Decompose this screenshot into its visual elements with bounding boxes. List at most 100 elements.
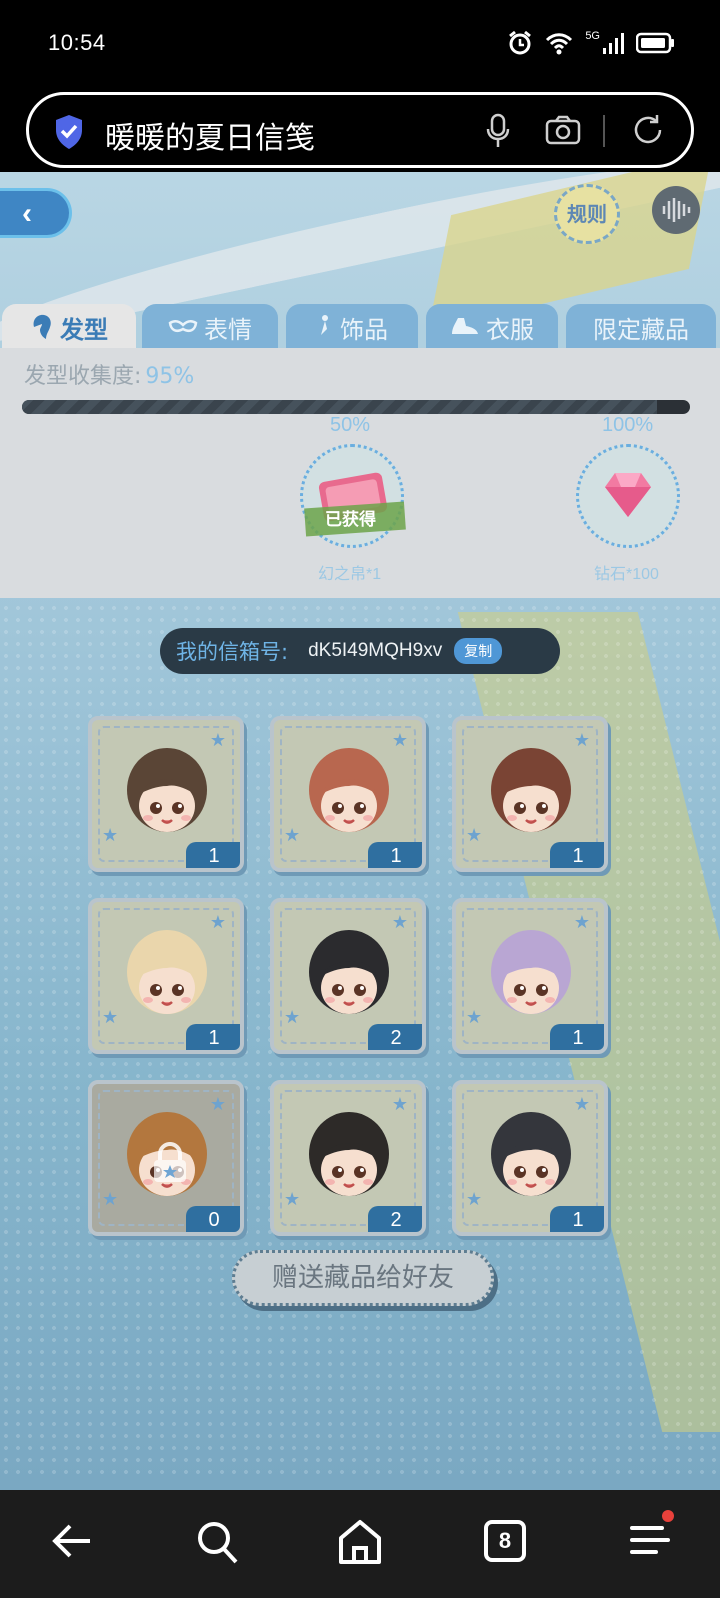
- tab-clothes[interactable]: 衣服: [426, 304, 558, 350]
- gift-to-friend-button[interactable]: 赠送藏品给好友: [232, 1250, 494, 1306]
- milestone-status: 已获得: [325, 510, 376, 530]
- shield-icon: [56, 115, 82, 149]
- hairstyle-card[interactable]: ★ ★ 1: [270, 716, 426, 872]
- milestone-percent: 100%: [602, 414, 654, 436]
- star-icon: ★: [209, 1094, 226, 1114]
- sound-button[interactable]: [652, 186, 700, 234]
- home-icon[interactable]: [336, 1516, 384, 1566]
- star-icon: ★: [284, 825, 301, 845]
- collection-label: 发型收集度: 95%: [24, 364, 195, 389]
- item-count: 1: [368, 842, 422, 868]
- mailbox-id: 我的信箱号: dK5I49MQH9xv 复制: [160, 628, 560, 674]
- game-view: ‹ 规则 发型 表情 饰品 衣服 限定藏品 发型收集度: 95% 50% 已获得…: [0, 172, 720, 1490]
- star-icon: ★: [102, 1189, 119, 1209]
- item-count: 1: [550, 842, 604, 868]
- back-button[interactable]: ‹: [0, 188, 72, 238]
- star-icon: ★: [391, 1094, 408, 1114]
- item-count: 2: [368, 1206, 422, 1232]
- tabs-button[interactable]: 8: [484, 1520, 526, 1562]
- character-avatar: [309, 1112, 389, 1196]
- character-avatar: [491, 1112, 571, 1196]
- signal-icon: [603, 33, 624, 54]
- milestone-percent: 50%: [330, 414, 371, 436]
- tab-expression[interactable]: 表情: [142, 304, 278, 350]
- lock-icon: [154, 1142, 186, 1182]
- tab-hairstyle[interactable]: 发型: [2, 304, 136, 350]
- star-icon: ★: [102, 825, 119, 845]
- battery-icon: [636, 32, 674, 54]
- menu-icon: [630, 1526, 670, 1554]
- hairstyle-card[interactable]: ★ ★ 2: [270, 898, 426, 1054]
- wifi-icon: [546, 33, 573, 55]
- hairstyle-card[interactable]: ★ ★ 1: [452, 716, 608, 872]
- star-icon: ★: [391, 912, 408, 932]
- tab-label: 衣服: [486, 315, 534, 344]
- tab-label: 表情: [204, 315, 252, 344]
- star-icon: ★: [466, 825, 483, 845]
- earring-icon: [321, 315, 328, 335]
- character-avatar: [127, 930, 207, 1014]
- milestone-reward: 幻之帛*1: [318, 566, 382, 583]
- item-count: 0: [186, 1206, 240, 1232]
- diamond-icon: [605, 473, 651, 517]
- milestone-reward-badge[interactable]: [576, 444, 680, 548]
- star-icon: ★: [209, 730, 226, 750]
- notification-dot: [662, 1510, 674, 1522]
- tab-accessories[interactable]: 饰品: [286, 304, 418, 350]
- menu-button[interactable]: [626, 1510, 674, 1567]
- star-icon: ★: [573, 730, 590, 750]
- camera-icon[interactable]: [545, 115, 581, 145]
- star-icon: ★: [573, 1094, 590, 1114]
- address-bar[interactable]: 暖暖的夏日信笺: [26, 92, 694, 168]
- hairstyle-card[interactable]: ★ ★ 0: [88, 1080, 244, 1236]
- star-icon: ★: [284, 1189, 301, 1209]
- milestone-reward-badge[interactable]: 已获得: [300, 444, 406, 548]
- mailbox-label: 我的信箱号:: [176, 640, 289, 664]
- status-icons: 5G: [507, 30, 676, 56]
- hair-icon: [33, 314, 51, 339]
- mailbox-code: dK5I49MQH9xv: [308, 640, 443, 661]
- alarm-icon: [509, 30, 532, 55]
- microphone-icon[interactable]: [485, 113, 511, 149]
- network-type: 5G: [585, 30, 600, 42]
- collection-progress-bar: [22, 400, 690, 414]
- hairstyle-card[interactable]: ★ ★ 1: [452, 1080, 608, 1236]
- page-title: 暖暖的夏日信笺: [105, 121, 315, 156]
- mask-icon: [168, 320, 198, 332]
- star-icon: ★: [102, 1007, 119, 1027]
- tab-label: 限定藏品: [593, 315, 689, 344]
- progress-fill: [22, 400, 657, 414]
- character-avatar: [127, 748, 207, 832]
- item-count: 1: [186, 1024, 240, 1050]
- hairstyle-card[interactable]: ★ ★ 2: [270, 1080, 426, 1236]
- tab-limited[interactable]: 限定藏品: [566, 304, 716, 350]
- star-icon: ★: [391, 730, 408, 750]
- item-count: 2: [368, 1024, 422, 1050]
- star-icon: ★: [209, 912, 226, 932]
- rules-button[interactable]: 规则: [554, 184, 620, 244]
- star-icon: ★: [466, 1189, 483, 1209]
- character-avatar: [309, 930, 389, 1014]
- hairstyle-card[interactable]: ★ ★ 1: [88, 716, 244, 872]
- divider: [603, 115, 605, 147]
- hairstyle-card[interactable]: ★ ★ 1: [88, 898, 244, 1054]
- ticket-icon: [304, 472, 406, 537]
- star-icon: ★: [284, 1007, 301, 1027]
- refresh-icon[interactable]: [631, 113, 665, 147]
- item-count: 1: [550, 1206, 604, 1232]
- copy-button[interactable]: 复制: [454, 638, 503, 664]
- browser-nav-bar: 8: [0, 1490, 720, 1598]
- character-avatar: [491, 930, 571, 1014]
- category-tabs: 发型 表情 饰品 衣服 限定藏品: [0, 304, 720, 350]
- hairstyle-grid: ★ ★ 1 ★ ★ 1 ★ ★ 1 ★ ★ 1 ★ ★ 2 ★ ★ 1 ★ ★ 0 ★ ★ 2 ★ ★ 1: [88, 716, 628, 1236]
- hairstyle-card[interactable]: ★ ★ 1: [452, 898, 608, 1054]
- collection-panel: 发型收集度: 95% 50% 已获得 幻之帛*1 100% 钻石*100: [0, 348, 720, 598]
- shoe-icon: [452, 318, 478, 334]
- tabs-count: 8: [498, 1528, 512, 1553]
- back-arrow-icon[interactable]: [50, 1516, 94, 1566]
- star-icon: ★: [466, 1007, 483, 1027]
- browser-toolbar: 暖暖的夏日信笺: [0, 88, 720, 172]
- search-icon[interactable]: [194, 1516, 242, 1566]
- star-icon: ★: [573, 912, 590, 932]
- status-bar: 10:54 5G: [0, 0, 720, 88]
